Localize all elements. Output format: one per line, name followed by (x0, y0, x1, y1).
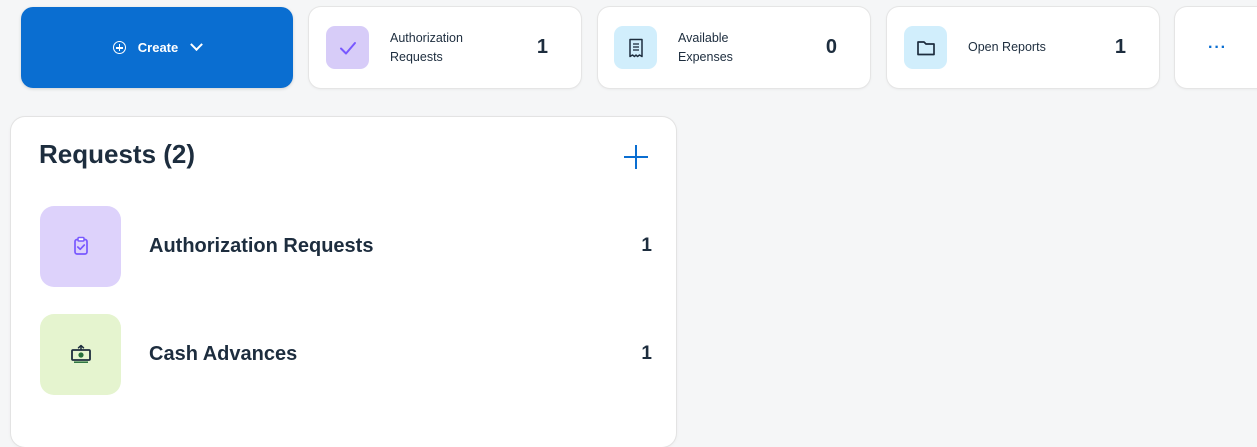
more-tile[interactable]: ··· (1175, 7, 1257, 88)
tile-label: Authorization Requests (390, 30, 463, 64)
top-bar: Create Authorization Requests 1 Availabl… (0, 0, 1257, 100)
plus-circle-icon (112, 41, 126, 54)
clipboard-check-icon (40, 205, 121, 287)
more-icon: ··· (1208, 38, 1227, 56)
list-item-label: Authorization Requests (149, 234, 374, 257)
list-item-authorization-requests[interactable]: Authorization Requests 1 (40, 205, 664, 287)
tile-count: 0 (825, 36, 837, 58)
list-item-cash-advances[interactable]: Cash Advances 1 (40, 313, 664, 395)
receipt-icon (614, 26, 657, 69)
folder-icon (904, 26, 947, 69)
list-item-label: Cash Advances (149, 342, 298, 365)
available-expenses-tile[interactable]: Available Expenses 0 (598, 7, 870, 88)
checkmark-icon (326, 26, 369, 69)
authorization-requests-tile[interactable]: Authorization Requests 1 (309, 7, 581, 88)
plus-icon[interactable] (623, 144, 649, 170)
create-label: Create (137, 40, 179, 55)
tile-count: 1 (536, 36, 548, 58)
list-item-count: 1 (641, 235, 652, 256)
chevron-down-icon (190, 38, 204, 52)
requests-panel: Requests (2) Authorization Requests 1 Ca… (11, 117, 676, 447)
panel-title: Requests (2) (39, 139, 196, 169)
cash-icon (40, 313, 121, 395)
create-button[interactable]: Create (21, 7, 293, 88)
tile-label: Open Reports (968, 40, 1046, 54)
open-reports-tile[interactable]: Open Reports 1 (887, 7, 1159, 88)
list-item-count: 1 (641, 343, 652, 364)
tile-count: 1 (1114, 36, 1126, 58)
tile-label: Available Expenses (678, 30, 733, 64)
